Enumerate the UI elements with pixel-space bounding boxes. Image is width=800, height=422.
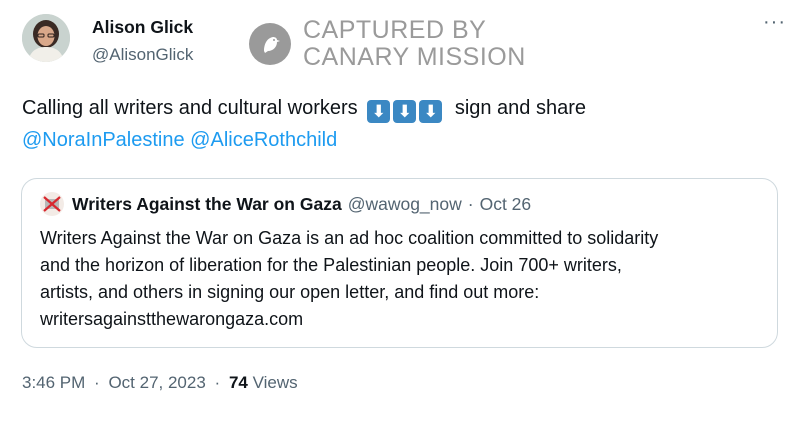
canary-bird-icon <box>249 23 291 65</box>
watermark-line-2: CANARY MISSION <box>303 43 526 71</box>
quoted-tweet-line: artists, and others in signing our open … <box>40 282 540 302</box>
quoted-tweet-separator: · <box>467 193 474 214</box>
views-count[interactable]: 74 <box>229 373 248 392</box>
down-arrow-icon: ⬇ <box>419 100 443 123</box>
arrow-emojis: ⬇ ⬇ ⬇ <box>367 97 451 123</box>
tweet-text-before: Calling all writers and cultural workers <box>22 97 358 119</box>
quoted-tweet-name[interactable]: Writers Against the War on Gaza <box>72 194 342 215</box>
views-label: Views <box>252 373 298 392</box>
watermark-text: CAPTURED BY CANARY MISSION <box>303 17 526 71</box>
author-handle[interactable]: @AlisonGlick <box>92 45 193 65</box>
watermark: CAPTURED BY CANARY MISSION <box>249 17 526 71</box>
quoted-tweet-line: and the horizon of liberation for the Pa… <box>40 255 622 275</box>
tweet-time[interactable]: 3:46 PM <box>22 373 85 392</box>
quoted-tweet-handle[interactable]: @wawog_now <box>348 194 462 215</box>
author-name[interactable]: Alison Glick <box>92 17 193 38</box>
meta-separator: · <box>214 373 221 392</box>
mention-link[interactable]: @NoraInPalestine <box>22 129 185 151</box>
quoted-tweet-date[interactable]: Oct 26 <box>480 194 532 215</box>
tweet-text-after: sign and share <box>454 97 587 119</box>
tweet-text: Calling all writers and cultural workers… <box>22 92 782 156</box>
more-horizontal-icon[interactable]: ··· <box>763 12 786 32</box>
mention-link[interactable]: @AliceRothchild <box>190 129 337 151</box>
tweet-date[interactable]: Oct 27, 2023 <box>108 373 205 392</box>
watermark-line-1: CAPTURED BY <box>303 16 487 44</box>
quoted-tweet-text: Writers Against the War on Gaza is an ad… <box>40 225 765 333</box>
quoted-tweet-avatar[interactable] <box>40 192 64 216</box>
down-arrow-icon: ⬇ <box>393 100 417 123</box>
down-arrow-icon: ⬇ <box>367 100 391 123</box>
author-avatar[interactable] <box>22 14 70 62</box>
meta-separator: · <box>94 373 100 392</box>
quoted-tweet-line: writersagainstthewarongaza.com <box>40 309 304 329</box>
quoted-tweet-line: Writers Against the War on Gaza is an ad… <box>40 228 659 248</box>
quoted-tweet-header: Writers Against the War on Gaza @wawog_n… <box>40 192 531 216</box>
tweet-meta: 3:46 PM · Oct 27, 2023 · 74 Views <box>22 373 298 393</box>
quoted-tweet-card[interactable]: Writers Against the War on Gaza @wawog_n… <box>21 178 778 348</box>
